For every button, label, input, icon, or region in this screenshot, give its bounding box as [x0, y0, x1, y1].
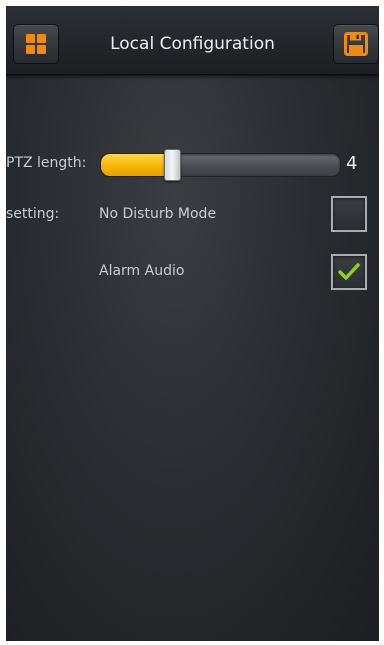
alarm-audio-label: Alarm Audio: [99, 263, 185, 279]
page-title: Local Configuration: [110, 34, 275, 54]
alarm-audio-checkbox[interactable]: [331, 254, 367, 290]
no-disturb-mode-label: No Disturb Mode: [99, 206, 217, 222]
slider-fill: [101, 154, 168, 176]
grid-menu-icon: [26, 34, 46, 54]
menu-button[interactable]: [13, 24, 59, 64]
checkmark-icon: [338, 263, 360, 280]
slider-thumb[interactable]: [164, 149, 181, 181]
ptz-length-value: 4: [346, 153, 358, 174]
ptz-length-slider[interactable]: [100, 153, 341, 177]
setting-label: setting:: [6, 206, 60, 222]
floppy-save-icon: [344, 32, 368, 56]
save-button[interactable]: [333, 24, 379, 64]
screen: Local Configuration PTZ length: 4 settin…: [6, 6, 379, 641]
ptz-length-label: PTZ length:: [6, 155, 87, 171]
no-disturb-mode-checkbox[interactable]: [331, 196, 367, 232]
title-bar: Local Configuration: [6, 6, 379, 75]
